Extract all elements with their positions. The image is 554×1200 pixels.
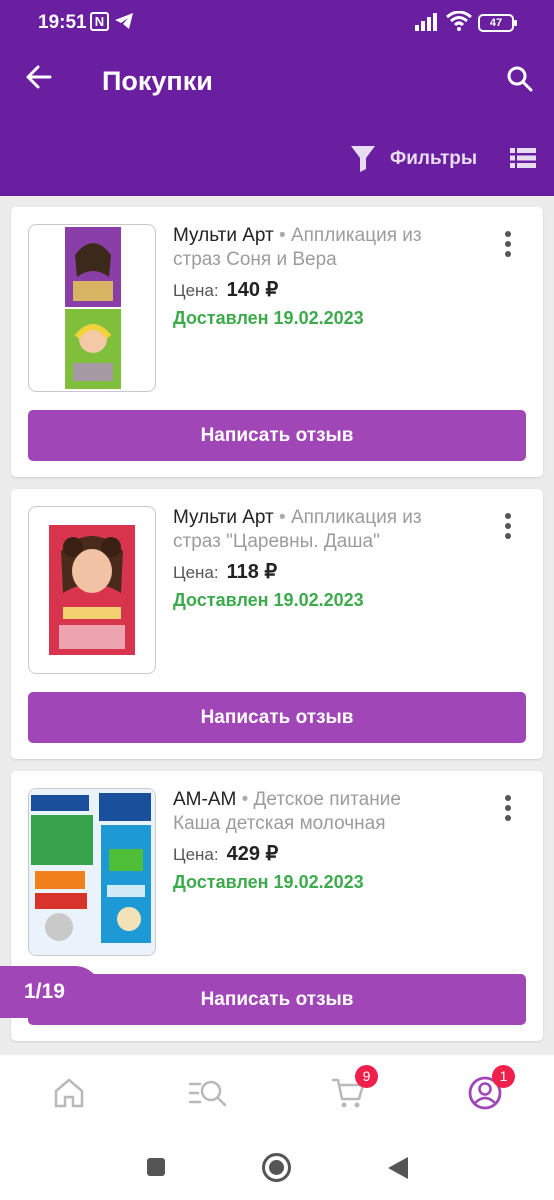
bottom-navigation: 9 1 xyxy=(0,1055,554,1133)
purchase-card: Мульти Арт • Аппликация из страз "Царевны… xyxy=(11,489,543,759)
page-title: Покупки xyxy=(102,66,213,96)
more-options-icon[interactable] xyxy=(501,511,515,541)
product-name: Детское питание xyxy=(253,789,401,810)
product-title[interactable]: АМ-АМ • Детское питание Каша детская моло… xyxy=(173,788,473,836)
product-name: Аппликация из xyxy=(290,507,422,528)
product-image[interactable] xyxy=(28,788,156,956)
nav-profile[interactable]: 1 xyxy=(467,1065,515,1111)
system-navigation xyxy=(0,1133,554,1200)
product-name-cont: Каша детская молочная xyxy=(173,813,386,834)
wifi-icon xyxy=(446,11,472,31)
catalog-search-icon xyxy=(188,1080,227,1107)
product-brand: АМ-АМ xyxy=(173,789,237,810)
cart-badge: 9 xyxy=(355,1065,378,1088)
price-row: Цена: 140 ₽ xyxy=(173,277,278,302)
recent-apps-button[interactable] xyxy=(147,1158,165,1176)
price-value: 118 ₽ xyxy=(226,561,278,583)
price-value: 140 ₽ xyxy=(226,279,279,301)
product-name: Аппликация из xyxy=(290,225,422,246)
nav-home[interactable] xyxy=(51,1075,87,1111)
product-name-cont: страз Соня и Вера xyxy=(173,249,337,270)
price-row: Цена: 118 ₽ xyxy=(173,559,277,584)
price-row: Цена: 429 ₽ xyxy=(173,841,278,866)
purchase-card: Мульти Арт • Аппликация из страз Соня и В… xyxy=(11,207,543,477)
product-image[interactable] xyxy=(28,224,156,392)
product-image[interactable] xyxy=(28,506,156,674)
profile-badge: 1 xyxy=(492,1065,515,1088)
price-value: 429 ₽ xyxy=(226,843,279,865)
product-title[interactable]: Мульти Арт • Аппликация из страз Соня и В… xyxy=(173,224,473,272)
status-time: 19:51 xyxy=(38,12,87,33)
system-back-icon[interactable] xyxy=(387,1156,409,1180)
write-review-button[interactable]: Написать отзыв xyxy=(28,692,526,743)
status-bar: 19:51 N 47 xyxy=(0,0,554,40)
list-view-icon[interactable] xyxy=(510,147,536,169)
product-title[interactable]: Мульти Арт • Аппликация из страз "Царевны… xyxy=(173,506,473,554)
product-brand: Мульти Арт xyxy=(173,225,274,246)
battery-indicator: 47 xyxy=(478,14,517,32)
back-arrow-icon[interactable] xyxy=(24,62,54,92)
product-name-cont: страз "Царевны. Даша" xyxy=(173,531,380,552)
telegram-icon xyxy=(115,13,133,29)
price-label: Цена: xyxy=(173,845,219,864)
write-review-button[interactable]: Написать отзыв xyxy=(28,974,526,1025)
search-icon[interactable] xyxy=(505,64,535,94)
home-button[interactable] xyxy=(262,1153,291,1182)
price-label: Цена: xyxy=(173,563,219,582)
filter-icon[interactable] xyxy=(350,144,376,172)
nav-cart[interactable]: 9 xyxy=(330,1065,378,1111)
product-brand: Мульти Арт xyxy=(173,507,274,528)
nfc-icon: N xyxy=(90,12,109,31)
price-label: Цена: xyxy=(173,281,219,300)
filter-button[interactable]: Фильтры xyxy=(390,148,477,170)
nav-catalog[interactable] xyxy=(188,1075,227,1111)
write-review-button[interactable]: Написать отзыв xyxy=(28,410,526,461)
delivery-status: Доставлен 19.02.2023 xyxy=(173,872,364,892)
delivery-status: Доставлен 19.02.2023 xyxy=(173,590,364,610)
more-options-icon[interactable] xyxy=(501,793,515,823)
more-options-icon[interactable] xyxy=(501,229,515,259)
home-icon xyxy=(54,1078,84,1108)
page-counter: 1/19 xyxy=(0,966,101,1018)
signal-icon xyxy=(415,13,437,31)
app-bar: Покупки Фильтры xyxy=(0,40,554,196)
delivery-status: Доставлен 19.02.2023 xyxy=(173,308,364,328)
